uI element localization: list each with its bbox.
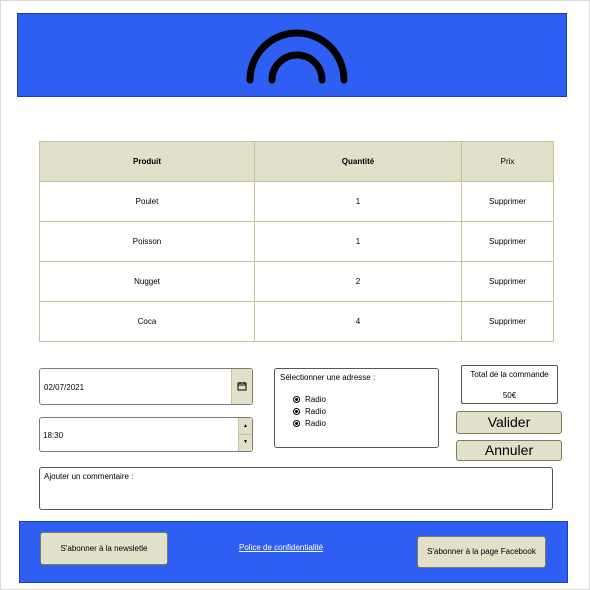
table-row: Poisson 1 Supprimer — [39, 221, 554, 262]
comment-label: Ajouter un commentaire : — [44, 472, 134, 481]
column-header-prix: Prix — [461, 141, 554, 182]
radio-label: Radio — [305, 419, 326, 428]
address-radio-option[interactable]: Radio — [293, 395, 326, 404]
newsletter-button[interactable]: S'abonner à la newsletle — [40, 532, 168, 565]
calendar-icon — [237, 382, 247, 391]
time-input[interactable]: 18:30 ▲ ▼ — [39, 417, 253, 452]
time-value: 18:30 — [43, 431, 64, 440]
delete-action[interactable]: Supprimer — [461, 221, 554, 262]
facebook-button[interactable]: S'abonner à la page Facebook — [417, 536, 546, 568]
spinner-down-button[interactable]: ▼ — [239, 434, 252, 450]
cancel-button[interactable]: Annuler — [456, 440, 562, 461]
date-input[interactable]: 02/07/2021 — [39, 368, 253, 405]
table-row: Poulet 1 Supprimer — [39, 181, 554, 222]
spinner-arrows-icon: ▲ ▼ — [238, 418, 252, 451]
footer: S'abonner à la newsletle Police de confi… — [19, 521, 568, 583]
order-table: Produit Quantité Prix Poulet 1 Supprimer… — [39, 141, 554, 342]
date-value: 02/07/2021 — [44, 383, 85, 392]
radio-label: Radio — [305, 407, 326, 416]
quantity-cell: 4 — [254, 301, 462, 342]
spinner-up-button[interactable]: ▲ — [239, 418, 252, 435]
table-header-row: Produit Quantité Prix — [39, 141, 554, 182]
delete-action[interactable]: Supprimer — [461, 301, 554, 342]
calendar-button[interactable] — [231, 369, 252, 404]
quantity-cell: 1 — [254, 181, 462, 222]
column-header-quantite: Quantité — [254, 141, 462, 182]
radio-button-icon[interactable] — [293, 420, 300, 427]
table-row: Nugget 2 Supprimer — [39, 261, 554, 302]
address-radio-option[interactable]: Radio — [293, 407, 326, 416]
product-cell: Nugget — [39, 261, 255, 302]
product-cell: Coca — [39, 301, 255, 342]
product-cell: Poisson — [39, 221, 255, 262]
privacy-policy-link[interactable]: Police de confidentialité — [239, 543, 323, 552]
column-header-produit: Produit — [39, 141, 255, 182]
radio-button-icon[interactable] — [293, 408, 300, 415]
order-total: Total de la commande 50€ — [461, 365, 558, 404]
arch-logo-icon — [246, 29, 348, 84]
total-value: 50€ — [502, 391, 517, 400]
total-label: Total de la commande — [470, 370, 549, 379]
header-banner — [17, 13, 567, 97]
delete-action[interactable]: Supprimer — [461, 261, 554, 302]
validate-button[interactable]: Valider — [456, 411, 562, 434]
radio-button-icon[interactable] — [293, 396, 300, 403]
table-row: Coca 4 Supprimer — [39, 301, 554, 342]
quantity-cell: 1 — [254, 221, 462, 262]
delete-action[interactable]: Supprimer — [461, 181, 554, 222]
product-cell: Poulet — [39, 181, 255, 222]
address-selector: Sélectionner une adresse : Radio Radio R… — [274, 368, 439, 448]
radio-label: Radio — [305, 395, 326, 404]
address-radio-option[interactable]: Radio — [293, 419, 326, 428]
quantity-cell: 2 — [254, 261, 462, 302]
comment-textarea[interactable]: Ajouter un commentaire : — [39, 467, 553, 510]
address-title: Sélectionner une adresse : — [280, 373, 376, 382]
